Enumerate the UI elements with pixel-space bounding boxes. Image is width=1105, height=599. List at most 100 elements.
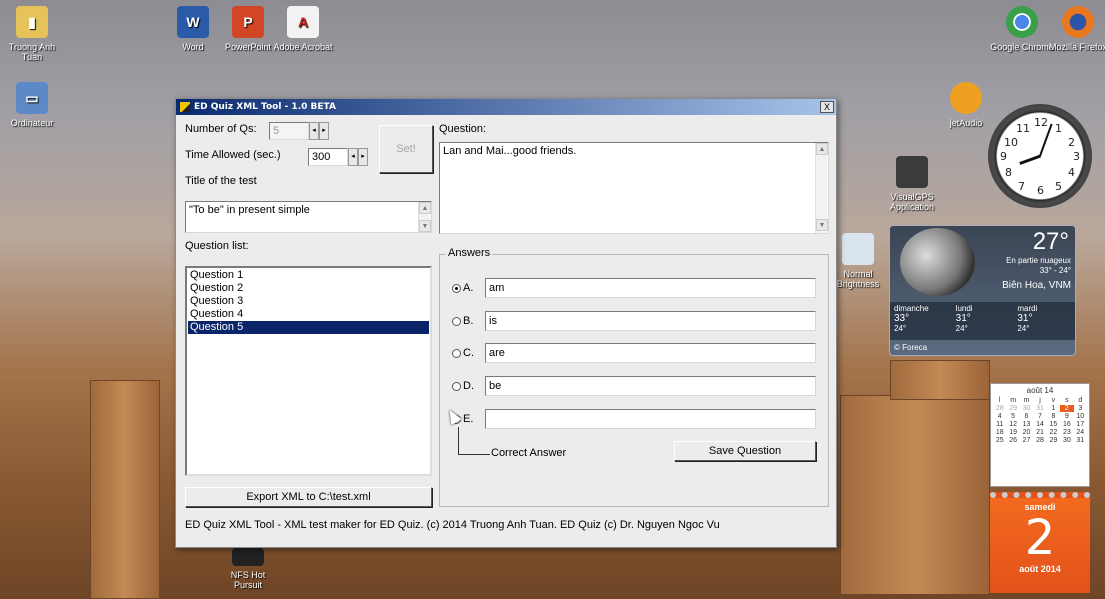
answer-a-input[interactable]: am bbox=[485, 278, 816, 298]
calendar-day[interactable]: 15 bbox=[1047, 421, 1060, 428]
forecast-day-name: mardi bbox=[1017, 304, 1038, 313]
list-item[interactable]: Question 1 bbox=[188, 269, 429, 282]
time-allowed-spin-up[interactable]: ▸ bbox=[358, 148, 368, 166]
question-field[interactable]: Lan and Mai...good friends. bbox=[439, 142, 829, 234]
calendar-weekday: m bbox=[1010, 397, 1017, 404]
quiz-tool-window: ED Quiz XML Tool - 1.0 BETA X Number of … bbox=[175, 98, 837, 548]
calendar-day[interactable]: 31 bbox=[1074, 437, 1087, 444]
scroll-down-arrow-icon[interactable]: ▼ bbox=[419, 220, 431, 232]
desktop-icon-firefox[interactable]: Mozilla Firefox bbox=[1046, 6, 1105, 52]
answer-letter: C. bbox=[463, 347, 474, 359]
calendar-day[interactable]: 14 bbox=[1033, 421, 1046, 428]
calendar-day[interactable]: 11 bbox=[993, 421, 1006, 428]
calendar-day[interactable]: 5 bbox=[1006, 413, 1019, 420]
save-question-button[interactable]: Save Question bbox=[674, 441, 816, 461]
window-titlebar[interactable]: ED Quiz XML Tool - 1.0 BETA X bbox=[176, 99, 836, 115]
calendar-day[interactable]: 28 bbox=[1033, 437, 1046, 444]
clock-gadget[interactable]: 12 1 2 3 4 5 6 7 8 9 10 11 bbox=[988, 104, 1092, 208]
calendar-day[interactable]: 8 bbox=[1047, 413, 1060, 420]
time-allowed-field[interactable]: 300 bbox=[308, 148, 348, 166]
number-of-qs-spin-up[interactable]: ▸ bbox=[319, 122, 329, 140]
calendar-day[interactable]: 22 bbox=[1047, 429, 1060, 436]
calendar-day[interactable]: 1 bbox=[1047, 405, 1060, 412]
clock-number: 4 bbox=[1068, 166, 1075, 179]
desktop-icon-nfs[interactable]: NFS Hot Pursuit bbox=[216, 548, 280, 590]
calendar-day[interactable]: 3 bbox=[1074, 405, 1087, 412]
calendar-day[interactable]: 21 bbox=[1033, 429, 1046, 436]
calendar-day[interactable]: 18 bbox=[993, 429, 1006, 436]
calendar-day[interactable]: 12 bbox=[1006, 421, 1019, 428]
answer-c-input[interactable]: are bbox=[485, 343, 816, 363]
correct-answer-label: Correct Answer bbox=[491, 447, 567, 459]
time-allowed-label: Time Allowed (sec.) bbox=[185, 149, 281, 161]
radio-d[interactable] bbox=[452, 381, 461, 391]
desktop-icon-jetaudio[interactable]: jetAudio bbox=[934, 82, 998, 128]
answer-letter: E. bbox=[463, 413, 474, 425]
calendar-day[interactable]: 30 bbox=[1060, 437, 1073, 444]
calendar-day[interactable]: 28 bbox=[993, 405, 1006, 412]
scroll-up-arrow-icon[interactable]: ▲ bbox=[419, 202, 431, 214]
desktop-icon-computer[interactable]: ▭ Ordinateur bbox=[0, 82, 64, 128]
radio-a[interactable] bbox=[452, 283, 461, 293]
forecast-high: 33° bbox=[894, 313, 910, 324]
desktop-icon-chrome[interactable]: Google Chrome bbox=[990, 6, 1054, 52]
list-item[interactable]: Question 2 bbox=[188, 282, 429, 295]
number-of-qs-spin-down[interactable]: ◂ bbox=[309, 122, 319, 140]
calendar-day[interactable]: 6 bbox=[1020, 413, 1033, 420]
list-item[interactable]: Question 3 bbox=[188, 295, 429, 308]
answer-letter: D. bbox=[463, 380, 474, 392]
title-of-test-field[interactable]: "To be" in present simple bbox=[185, 201, 432, 233]
calendar-day[interactable]: 24 bbox=[1074, 429, 1087, 436]
calendar-day[interactable]: 26 bbox=[1006, 437, 1019, 444]
list-item[interactable]: Question 4 bbox=[188, 308, 429, 321]
desktop-icon-visualgps[interactable]: VisualGPS Application bbox=[880, 156, 944, 212]
weather-temp: 27° bbox=[1032, 228, 1069, 255]
nfs-icon bbox=[232, 548, 264, 566]
answer-e-input[interactable] bbox=[485, 409, 816, 429]
title-scrollbar[interactable]: ▲ ▼ bbox=[418, 202, 431, 232]
close-button[interactable]: X bbox=[820, 101, 834, 113]
calendar-day[interactable]: 7 bbox=[1033, 413, 1046, 420]
desktop-icon-user[interactable]: ▮ Truong Anh Tuan bbox=[0, 6, 64, 62]
list-item-selected[interactable]: Question 5 bbox=[188, 321, 429, 334]
clock-number: 10 bbox=[1004, 136, 1018, 149]
calendar-day[interactable]: 31 bbox=[1033, 405, 1046, 412]
calendar-day[interactable]: 27 bbox=[1020, 437, 1033, 444]
wood-plank bbox=[90, 380, 160, 599]
calendar-day[interactable]: 30 bbox=[1020, 405, 1033, 412]
clock-number: 5 bbox=[1055, 180, 1062, 193]
radio-c[interactable] bbox=[452, 348, 461, 358]
calendar-day[interactable]: 9 bbox=[1060, 413, 1073, 420]
calendar-today[interactable]: samedi 2 août 2014 bbox=[990, 492, 1090, 593]
calendar-day[interactable]: 29 bbox=[1047, 437, 1060, 444]
forecast-low: 24° bbox=[894, 324, 907, 333]
set-button[interactable]: Set! bbox=[379, 125, 433, 173]
scroll-down-arrow-icon[interactable]: ▼ bbox=[816, 219, 828, 231]
calendar-day[interactable]: 23 bbox=[1060, 429, 1073, 436]
forecast-day: mardi 31° 24° bbox=[1013, 302, 1075, 340]
answer-b-input[interactable]: is bbox=[485, 311, 816, 331]
weather-gadget[interactable]: 27° En partie nuageux 33° - 24° Biên Hoa… bbox=[889, 225, 1076, 356]
calendar-day[interactable]: 29 bbox=[1006, 405, 1019, 412]
calendar-day[interactable]: 13 bbox=[1020, 421, 1033, 428]
calendar-day[interactable]: 10 bbox=[1074, 413, 1087, 420]
time-allowed-spin-down[interactable]: ◂ bbox=[348, 148, 358, 166]
calendar-day[interactable]: 4 bbox=[993, 413, 1006, 420]
title-of-test-value: "To be" in present simple bbox=[189, 204, 310, 216]
calendar-day[interactable]: 25 bbox=[993, 437, 1006, 444]
question-scrollbar[interactable]: ▲ ▼ bbox=[815, 143, 828, 233]
number-of-qs-field[interactable]: 5 bbox=[269, 122, 309, 140]
calendar-day[interactable]: 2 bbox=[1060, 405, 1074, 412]
calendar-gadget[interactable]: août 14 l m m j v s d 28 29 30 31 1 2 3 4 5 6 7 8 9 10 11 12 13… bbox=[990, 383, 1090, 487]
calendar-day[interactable]: 19 bbox=[1006, 429, 1019, 436]
question-listbox[interactable]: Question 1 Question 2 Question 3 Questio… bbox=[185, 266, 432, 476]
calendar-day[interactable]: 17 bbox=[1074, 421, 1087, 428]
calendar-day[interactable]: 16 bbox=[1060, 421, 1073, 428]
answer-d-input[interactable]: be bbox=[485, 376, 816, 396]
desktop-icon-acrobat[interactable]: A Adobe Acrobat bbox=[271, 6, 335, 52]
export-xml-button[interactable]: Export XML to C:\test.xml bbox=[185, 487, 432, 507]
calendar-month-year: août 2014 bbox=[1019, 564, 1061, 574]
radio-b[interactable] bbox=[452, 316, 461, 326]
calendar-day[interactable]: 20 bbox=[1020, 429, 1033, 436]
scroll-up-arrow-icon[interactable]: ▲ bbox=[816, 143, 828, 155]
